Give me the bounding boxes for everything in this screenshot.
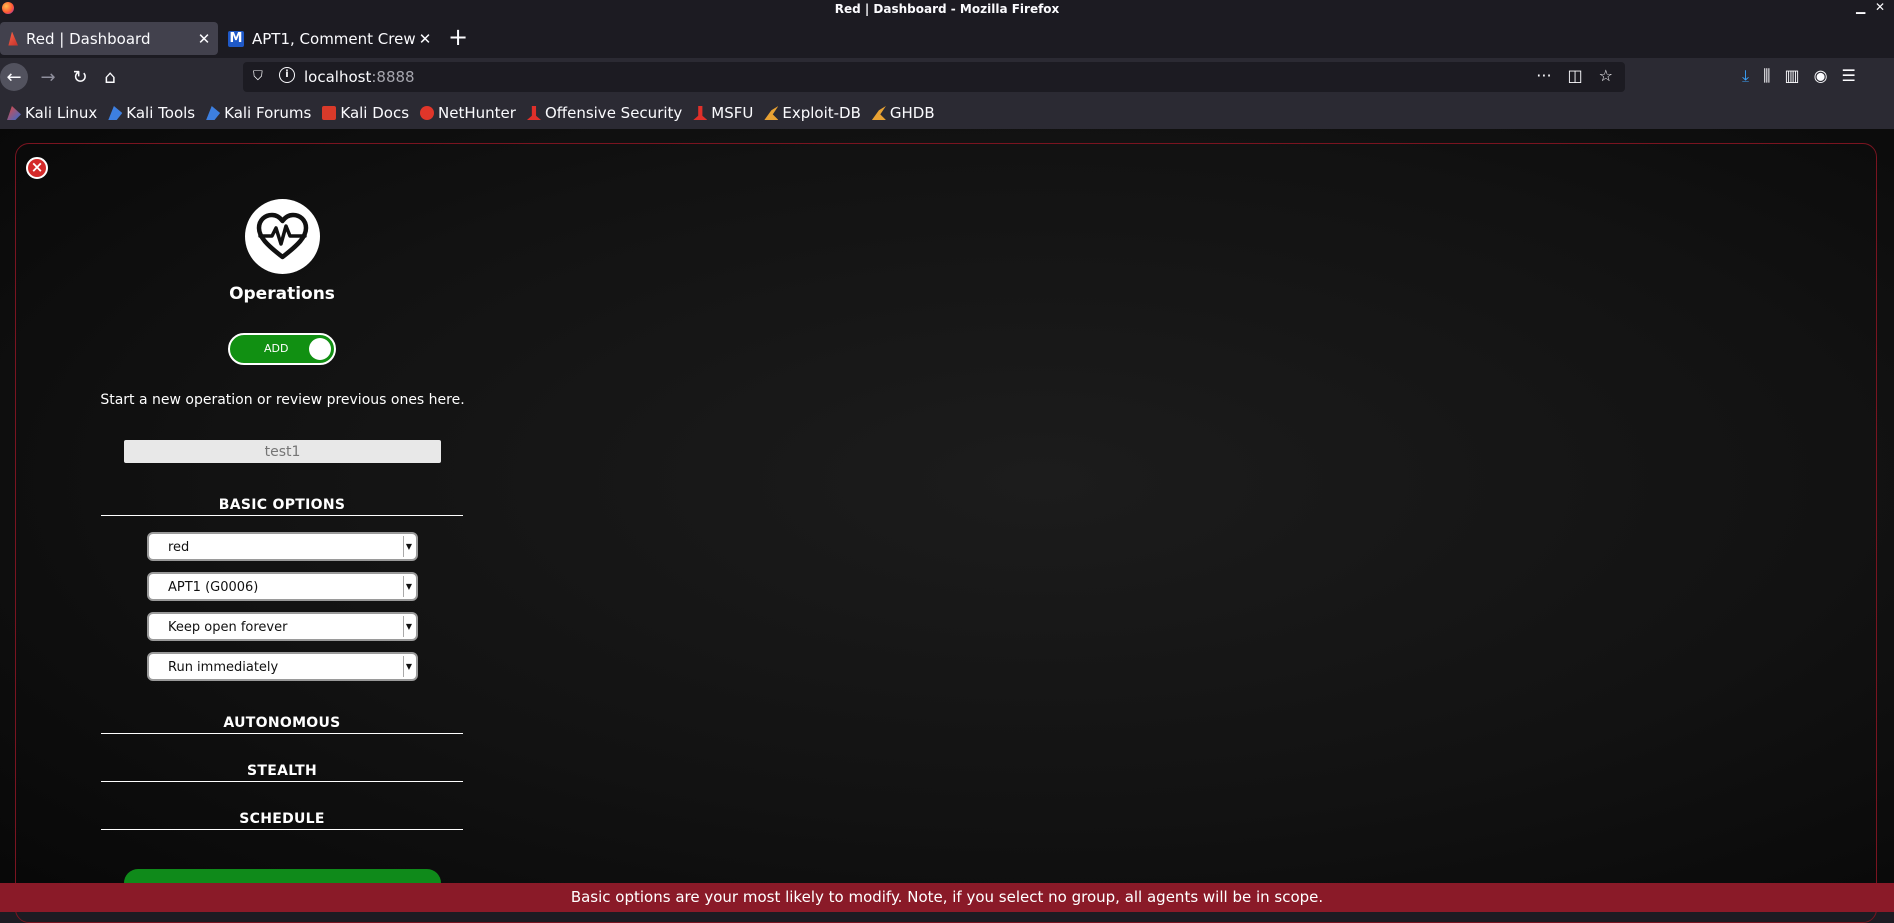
chevron-down-icon: ▼ bbox=[403, 656, 414, 677]
lifetime-select[interactable]: Keep open forever ▼ bbox=[147, 612, 418, 641]
forward-arrow-icon[interactable]: → bbox=[34, 63, 62, 91]
account-icon[interactable]: ◉ bbox=[1814, 66, 1828, 86]
bookmark-kali-forums[interactable]: Kali Forums bbox=[206, 104, 311, 122]
navigation-bar: ← → ↻ ⌂ ⛉ i localhost:8888 ··· ◫ ☆ ⤓ ⫼ ▥… bbox=[0, 58, 1894, 97]
tab-label: Red | Dashboard bbox=[26, 29, 151, 48]
bookmark-kali-docs[interactable]: Kali Docs bbox=[322, 104, 409, 122]
tab-label: APT1, Comment Crew, C bbox=[252, 29, 415, 48]
kali-tools-icon bbox=[108, 106, 123, 120]
autonomous-heading[interactable]: AUTONOMOUS bbox=[101, 715, 463, 734]
msfu-icon bbox=[693, 106, 708, 120]
downloads-icon[interactable]: ⤓ bbox=[1742, 66, 1749, 86]
offsec-icon bbox=[526, 106, 541, 120]
home-icon[interactable]: ⌂ bbox=[96, 63, 124, 91]
tab-strip: Red | Dashboard ✕ M APT1, Comment Crew, … bbox=[0, 18, 1894, 58]
chevron-down-icon: ▼ bbox=[403, 536, 414, 557]
window-title: Red | Dashboard - Mozilla Firefox bbox=[834, 2, 1060, 16]
start-select[interactable]: Run immediately ▼ bbox=[147, 652, 418, 681]
close-window-icon[interactable]: ✕ bbox=[1875, 0, 1885, 14]
sidebar-icon[interactable]: ▥ bbox=[1784, 66, 1799, 86]
basic-options-heading[interactable]: BASIC OPTIONS bbox=[101, 497, 463, 516]
bookmark-exploit-db[interactable]: Exploit-DB bbox=[764, 104, 861, 122]
chevron-down-icon: ▼ bbox=[403, 616, 414, 637]
adversary-select[interactable]: APT1 (G0006) ▼ bbox=[147, 572, 418, 601]
operations-title: Operations bbox=[229, 284, 335, 304]
site-info-icon[interactable]: i bbox=[279, 67, 295, 83]
tab-close-icon[interactable]: ✕ bbox=[415, 30, 435, 48]
group-select[interactable]: red ▼ bbox=[147, 532, 418, 561]
bookmark-ghdb[interactable]: GHDB bbox=[871, 104, 935, 122]
stealth-heading[interactable]: STEALTH bbox=[101, 763, 463, 782]
bookmark-star-icon[interactable]: ☆ bbox=[1599, 66, 1613, 85]
tab-close-icon[interactable]: ✕ bbox=[194, 30, 214, 48]
kali-icon bbox=[7, 106, 21, 120]
operation-name-input[interactable] bbox=[124, 440, 441, 463]
bookmarks-toolbar: Kali Linux Kali Tools Kali Forums Kali D… bbox=[0, 97, 1894, 129]
reload-icon[interactable]: ↻ bbox=[66, 63, 94, 91]
bookmark-nethunter[interactable]: NetHunter bbox=[420, 104, 516, 122]
add-view-toggle[interactable]: ADD bbox=[228, 333, 336, 365]
url-bar[interactable]: ⛉ i localhost:8888 ··· ◫ ☆ bbox=[243, 62, 1625, 92]
pocket-icon[interactable]: ◫ bbox=[1568, 66, 1583, 85]
bookmark-kali-linux[interactable]: Kali Linux bbox=[7, 104, 97, 122]
exploitdb-icon bbox=[764, 106, 779, 120]
minimize-icon[interactable]: ▁ bbox=[1856, 0, 1865, 14]
url-text[interactable]: localhost:8888 bbox=[304, 68, 415, 86]
back-arrow-icon[interactable]: ← bbox=[0, 63, 28, 91]
new-tab-plus-icon[interactable]: + bbox=[448, 23, 468, 51]
toggle-knob bbox=[309, 338, 331, 360]
heart-pulse-icon bbox=[245, 199, 320, 274]
hint-footer: Basic options are your most likely to mo… bbox=[0, 883, 1894, 912]
close-modal-icon[interactable]: × bbox=[26, 157, 48, 179]
bookmark-offensive-security[interactable]: Offensive Security bbox=[526, 104, 682, 122]
tab-apt1[interactable]: M APT1, Comment Crew, C ✕ bbox=[222, 22, 439, 55]
operations-description: Start a new operation or review previous… bbox=[100, 392, 465, 408]
kali-forums-icon bbox=[206, 106, 221, 120]
tracking-shield-icon[interactable]: ⛉ bbox=[253, 69, 263, 84]
tab-red-dashboard[interactable]: Red | Dashboard ✕ bbox=[0, 22, 218, 55]
kali-docs-icon bbox=[322, 106, 337, 120]
library-icon[interactable]: ⫼ bbox=[1763, 66, 1770, 86]
schedule-heading[interactable]: SCHEDULE bbox=[101, 811, 463, 830]
menu-icon[interactable]: ☰ bbox=[1842, 66, 1856, 86]
window-titlebar: Red | Dashboard - Mozilla Firefox ▁ ✕ bbox=[0, 0, 1894, 18]
mitre-favicon-icon: M bbox=[228, 30, 244, 47]
bookmark-msfu[interactable]: MSFU bbox=[693, 104, 753, 122]
nethunter-icon bbox=[420, 106, 435, 120]
toggle-label: ADD bbox=[264, 342, 289, 355]
red-favicon-icon bbox=[8, 31, 18, 46]
page-actions-icon[interactable]: ··· bbox=[1536, 66, 1551, 85]
ghdb-icon bbox=[871, 106, 886, 120]
chevron-down-icon: ▼ bbox=[403, 576, 414, 597]
bookmark-kali-tools[interactable]: Kali Tools bbox=[108, 104, 195, 122]
